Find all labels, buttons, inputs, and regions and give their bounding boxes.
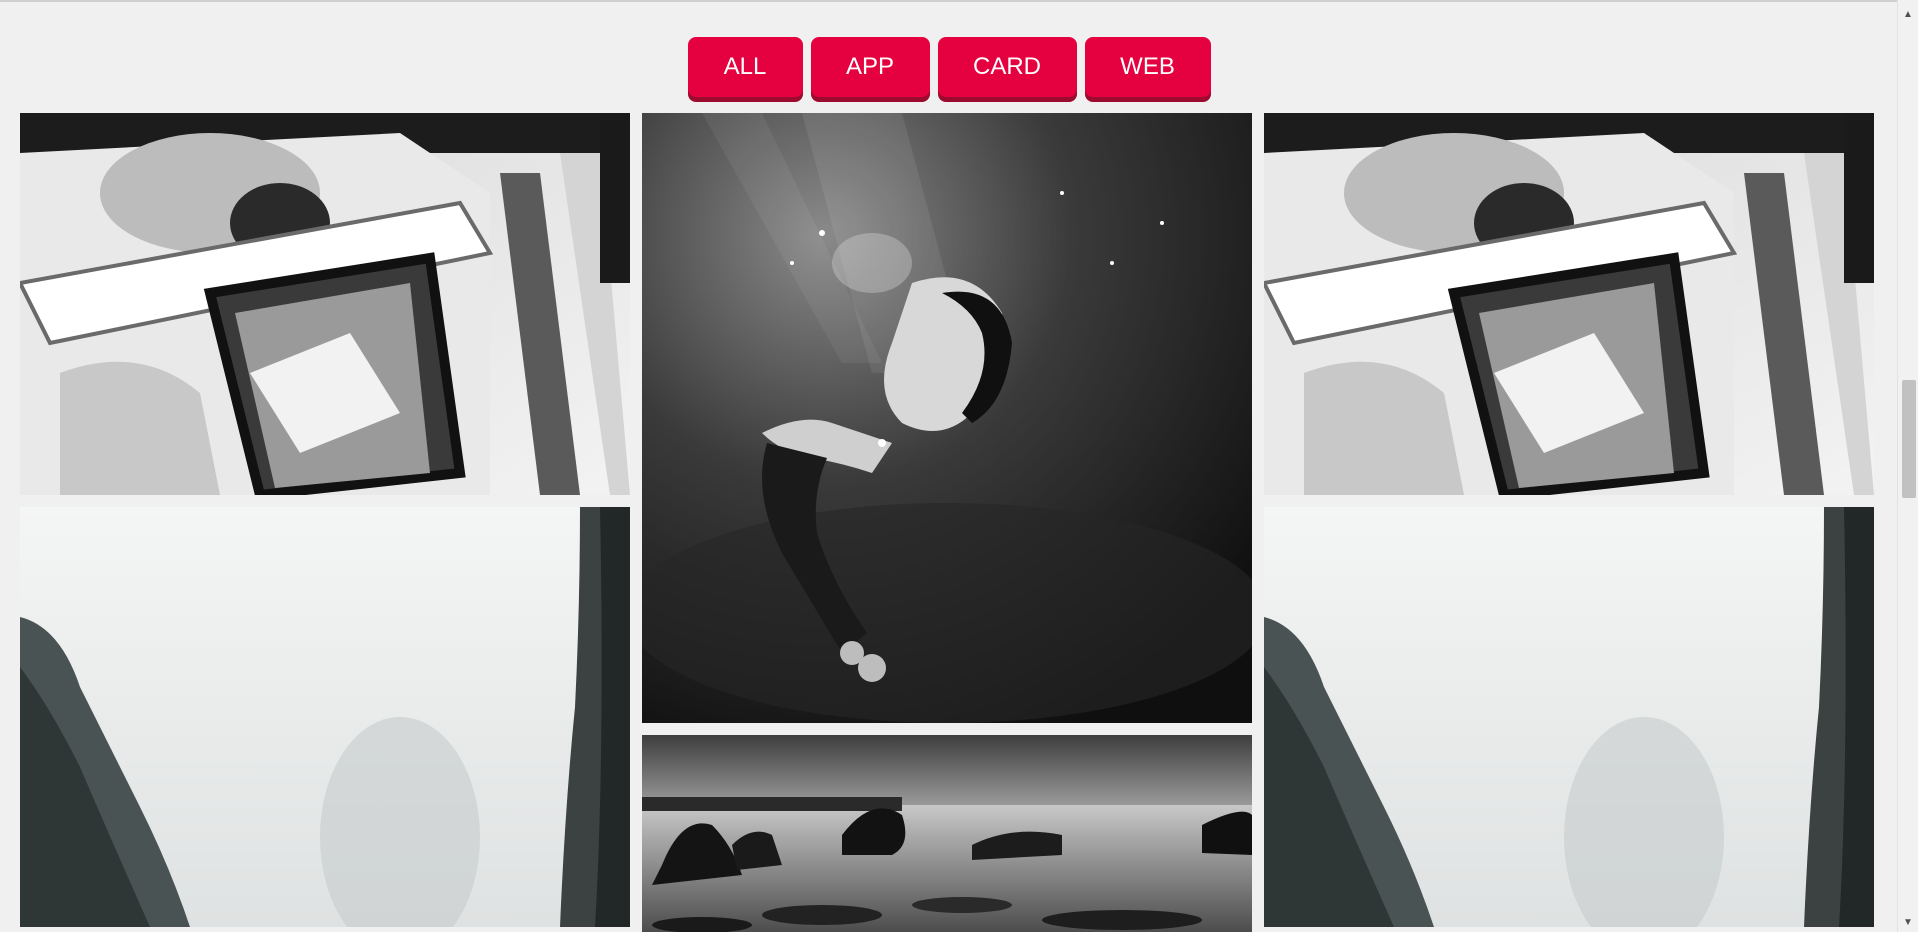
- scrollbar-thumb[interactable]: [1902, 380, 1916, 498]
- foggy-cliffs-photo: [1264, 507, 1874, 927]
- portfolio-page: ALL APP CARD WEB ▲ ▼: [0, 0, 1918, 932]
- triangle-up-icon[interactable]: ▲: [1898, 6, 1918, 22]
- top-border: [0, 0, 1918, 2]
- gallery-image-foggy-cliffs[interactable]: [20, 507, 630, 927]
- gallery-column-1: [20, 113, 630, 932]
- filter-all-button[interactable]: ALL: [687, 37, 803, 97]
- couple-car-photo: [20, 113, 630, 495]
- underwater-woman-photo: [642, 113, 1252, 723]
- rocky-seashore-photo: [642, 735, 1252, 932]
- gallery-image-couple-car[interactable]: [1264, 113, 1874, 495]
- filter-app-button[interactable]: APP: [810, 37, 930, 97]
- triangle-down-icon[interactable]: ▼: [1898, 914, 1918, 930]
- vertical-scrollbar[interactable]: ▲ ▼: [1897, 0, 1918, 932]
- gallery-image-underwater[interactable]: [642, 113, 1252, 723]
- image-gallery: [20, 113, 1874, 932]
- gallery-column-2: [642, 113, 1252, 932]
- gallery-image-rocky-sea[interactable]: [642, 735, 1252, 932]
- gallery-image-foggy-cliffs[interactable]: [1264, 507, 1874, 927]
- filter-bar: ALL APP CARD WEB: [0, 37, 1898, 97]
- couple-car-photo: [1264, 113, 1874, 495]
- filter-web-button[interactable]: WEB: [1084, 37, 1211, 97]
- gallery-column-3: [1264, 113, 1874, 932]
- filter-card-button[interactable]: CARD: [937, 37, 1077, 97]
- foggy-cliffs-photo: [20, 507, 630, 927]
- gallery-image-couple-car[interactable]: [20, 113, 630, 495]
